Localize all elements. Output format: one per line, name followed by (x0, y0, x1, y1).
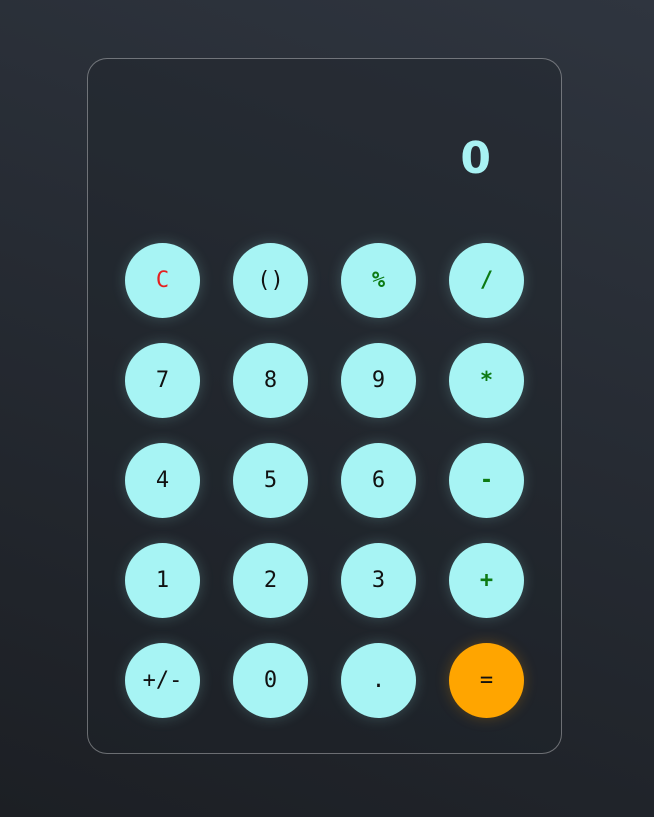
key-3-button[interactable]: 3 (341, 543, 416, 618)
key-plus-minus-button[interactable]: +/- (125, 643, 200, 718)
key-divide-button[interactable]: / (449, 243, 524, 318)
key-5-button[interactable]: 5 (233, 443, 308, 518)
key-9-button[interactable]: 9 (341, 343, 416, 418)
key-clear-button[interactable]: C (125, 243, 200, 318)
key-0-button[interactable]: 0 (233, 643, 308, 718)
key-4-button[interactable]: 4 (125, 443, 200, 518)
key-parentheses-button[interactable]: () (233, 243, 308, 318)
key-equals-button[interactable]: = (449, 643, 524, 718)
key-7-button[interactable]: 7 (125, 343, 200, 418)
key-6-button[interactable]: 6 (341, 443, 416, 518)
key-8-button[interactable]: 8 (233, 343, 308, 418)
calculator-panel: 0 C ()% / 7 8 9 * 4 5 6- 1 2 3 + +/- 0. = (87, 58, 562, 754)
key-subtract-button[interactable]: - (449, 443, 524, 518)
key-multiply-button[interactable]: * (449, 343, 524, 418)
key-add-button[interactable]: + (449, 543, 524, 618)
key-percent-button[interactable]: % (341, 243, 416, 318)
display: 0 (88, 119, 561, 199)
key-2-button[interactable]: 2 (233, 543, 308, 618)
display-value: 0 (460, 133, 493, 184)
keypad: C ()% / 7 8 9 * 4 5 6- 1 2 3 + +/- 0. = (125, 243, 524, 718)
key-1-button[interactable]: 1 (125, 543, 200, 618)
key-decimal-button[interactable]: . (341, 643, 416, 718)
